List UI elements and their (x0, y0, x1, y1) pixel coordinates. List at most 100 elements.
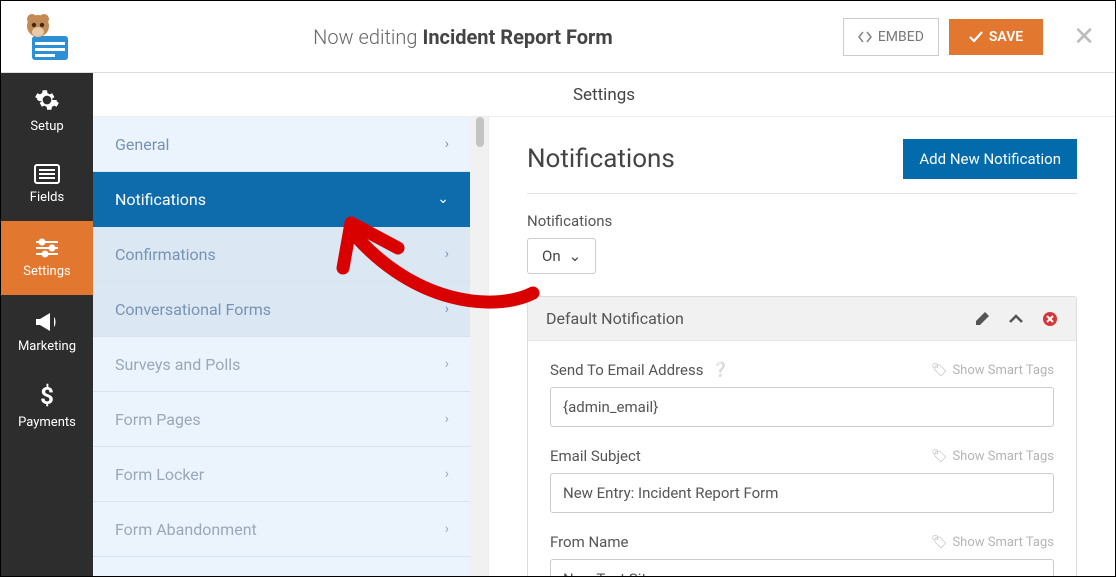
topbar-actions: EMBED SAVE ✕ (843, 18, 1095, 56)
subject-label: Email Subject (550, 447, 641, 465)
from-name-label: From Name (550, 533, 628, 551)
panel-header: Notifications Add New Notification (527, 139, 1077, 179)
embed-button-label: EMBED (878, 29, 924, 45)
submenu-item-general[interactable]: General › (93, 117, 471, 172)
chevron-right-icon: › (445, 521, 449, 537)
edit-icon[interactable] (974, 311, 990, 327)
body-header-title: Settings (573, 85, 635, 105)
form-name: Incident Report Form (422, 25, 612, 49)
save-button[interactable]: SAVE (949, 19, 1043, 55)
save-button-label: SAVE (989, 29, 1023, 45)
chevron-right-icon: › (445, 356, 449, 372)
editing-label: Now editing Incident Report Form (83, 25, 843, 49)
submenu-item-notifications[interactable]: Notifications ⌄ (93, 172, 471, 227)
submenu-item-surveys[interactable]: Surveys and Polls › (93, 337, 471, 392)
content: Setup Fields Settings Marketing (1, 73, 1115, 576)
submenu-item-conversational[interactable]: Conversational Forms › (93, 282, 471, 337)
settings-submenu-wrap: General › Notifications ⌄ Confirmations … (93, 117, 489, 576)
nav-item-payments[interactable]: $ Payments (1, 369, 93, 443)
settings-panel: Notifications Add New Notification Notif… (489, 117, 1115, 576)
card-body: Send To Email Address ❔ 🏷 Show Smart Tag… (528, 341, 1076, 576)
nav-item-settings[interactable]: Settings (1, 221, 93, 295)
smart-tags-label: Show Smart Tags (952, 535, 1054, 550)
from-name-input[interactable] (550, 559, 1054, 576)
notifications-toggle[interactable]: On ⌄ (527, 238, 596, 274)
nav-item-fields[interactable]: Fields (1, 147, 93, 221)
nav-label: Fields (30, 190, 64, 205)
delete-icon[interactable] (1042, 311, 1058, 327)
panel-title: Notifications (527, 144, 675, 174)
tag-icon: 🏷 (931, 363, 948, 378)
submenu-item-formlocker[interactable]: Form Locker › (93, 447, 471, 502)
body-header: Settings (93, 73, 1115, 117)
submenu-item-formpages[interactable]: Form Pages › (93, 392, 471, 447)
notification-card: Default Notification Send To Email Addre… (527, 296, 1077, 576)
nav-label: Settings (23, 264, 70, 279)
submenu-label: General (115, 135, 169, 154)
toggle-label: Notifications (527, 212, 1077, 230)
submenu-label: Confirmations (115, 245, 216, 264)
send-to-label: Send To Email Address ❔ (550, 361, 729, 379)
chevron-right-icon: › (445, 466, 449, 482)
settings-submenu: General › Notifications ⌄ Confirmations … (93, 117, 471, 576)
chevron-right-icon: › (445, 411, 449, 427)
nav-label: Setup (30, 119, 63, 134)
nav-item-marketing[interactable]: Marketing (1, 295, 93, 369)
embed-button[interactable]: EMBED (843, 18, 939, 56)
svg-text:$: $ (40, 383, 54, 409)
body: Settings General › Notifications ⌄ Confi… (93, 73, 1115, 576)
chevron-right-icon: › (445, 301, 449, 317)
code-icon (858, 31, 872, 43)
now-editing-prefix: Now editing (313, 25, 417, 49)
submenu-label: Form Abandonment (115, 520, 257, 539)
smart-tags-label: Show Smart Tags (952, 363, 1054, 378)
collapse-icon[interactable] (1008, 313, 1024, 325)
app-logo (11, 12, 83, 62)
chevron-right-icon: › (445, 136, 449, 152)
check-icon (969, 31, 983, 43)
submenu-label: Form Pages (115, 410, 201, 429)
card-title: Default Notification (546, 309, 684, 328)
submenu-label: Conversational Forms (115, 300, 271, 319)
scroll-thumb[interactable] (476, 117, 484, 147)
dollar-icon: $ (38, 383, 56, 409)
show-smart-tags[interactable]: 🏷 Show Smart Tags (931, 535, 1054, 550)
sliders-icon (34, 238, 60, 258)
subject-input[interactable] (550, 473, 1054, 513)
left-nav: Setup Fields Settings Marketing (1, 73, 93, 576)
show-smart-tags[interactable]: 🏷 Show Smart Tags (931, 449, 1054, 464)
chevron-down-icon: ⌄ (437, 191, 449, 207)
body-columns: General › Notifications ⌄ Confirmations … (93, 117, 1115, 576)
card-actions (974, 311, 1058, 327)
submenu-label: Form Locker (115, 465, 204, 484)
row-send-to: Send To Email Address ❔ 🏷 Show Smart Tag… (550, 361, 1054, 427)
chevron-down-icon: ⌄ (569, 247, 582, 265)
row-from-name: From Name 🏷 Show Smart Tags (550, 533, 1054, 576)
show-smart-tags[interactable]: 🏷 Show Smart Tags (931, 363, 1054, 378)
label-text: Send To Email Address (550, 361, 703, 379)
submenu-label: Surveys and Polls (115, 355, 240, 374)
close-icon[interactable]: ✕ (1073, 24, 1095, 50)
nav-label: Marketing (18, 339, 76, 354)
nav-label: Payments (18, 415, 76, 430)
top-bar: Now editing Incident Report Form EMBED S… (1, 1, 1115, 73)
list-icon (34, 164, 60, 184)
add-notification-button[interactable]: Add New Notification (903, 139, 1077, 179)
submenu-label: Notifications (115, 190, 206, 209)
submenu-item-abandonment[interactable]: Form Abandonment › (93, 502, 471, 557)
smart-tags-label: Show Smart Tags (952, 449, 1054, 464)
nav-item-setup[interactable]: Setup (1, 73, 93, 147)
submenu-scrollbar[interactable] (470, 117, 488, 576)
bullhorn-icon (34, 311, 60, 333)
help-icon[interactable]: ❔ (711, 362, 728, 378)
send-to-input[interactable] (550, 387, 1054, 427)
row-subject: Email Subject 🏷 Show Smart Tags (550, 447, 1054, 513)
chevron-right-icon: › (445, 246, 449, 262)
submenu-item-confirmations[interactable]: Confirmations › (93, 227, 471, 282)
tag-icon: 🏷 (931, 449, 948, 464)
card-header: Default Notification (528, 297, 1076, 341)
gear-icon (34, 87, 60, 113)
tag-icon: 🏷 (931, 535, 948, 550)
divider (527, 193, 1077, 194)
toggle-value: On (542, 247, 561, 265)
